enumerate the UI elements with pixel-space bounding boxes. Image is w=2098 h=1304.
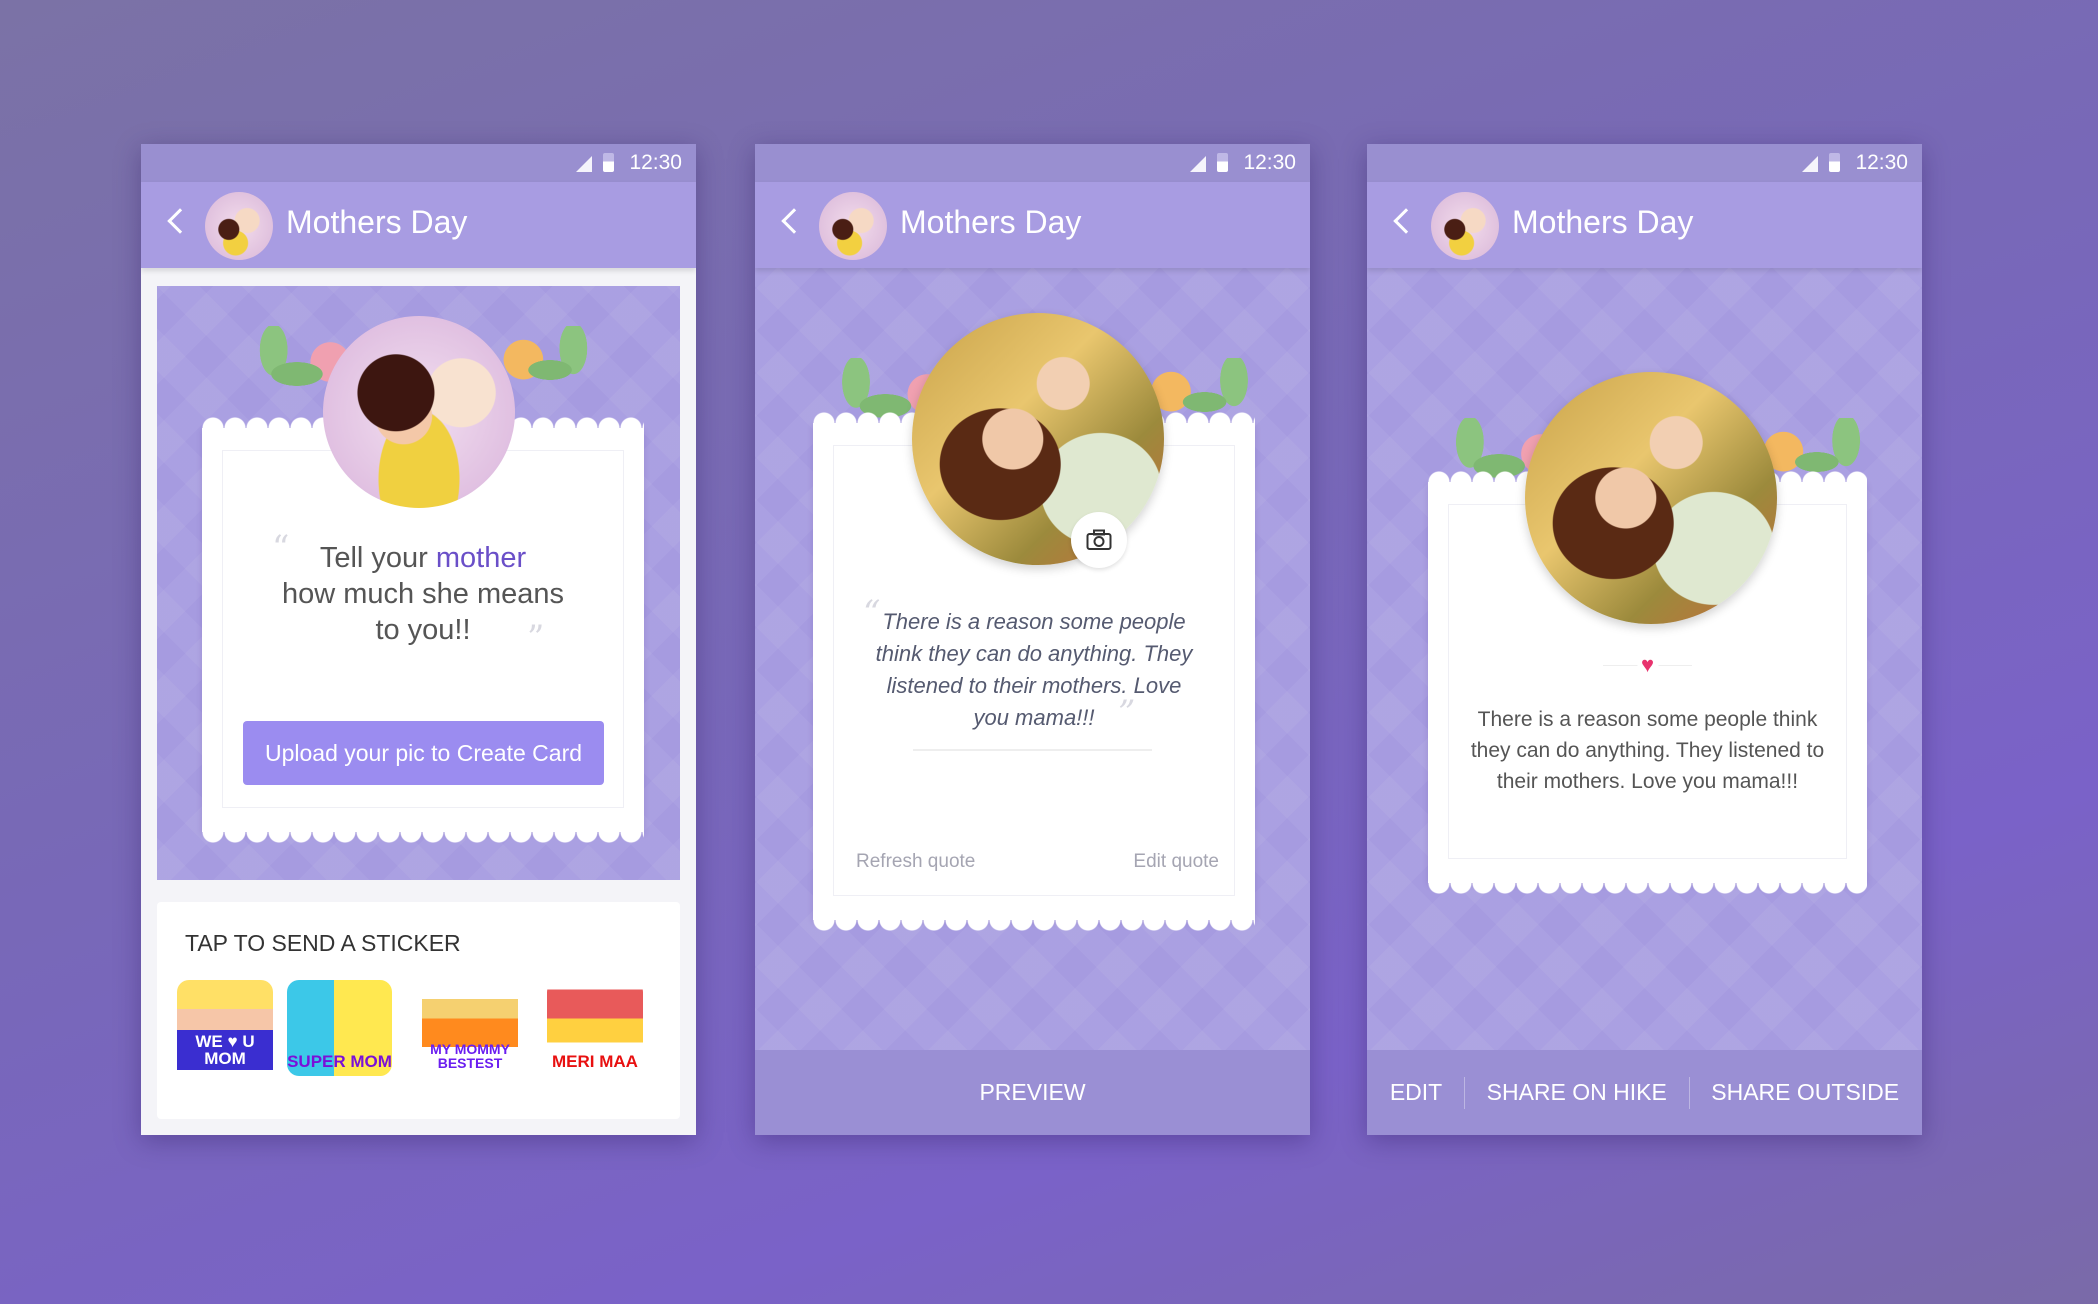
prompt-highlight: mother	[435, 542, 527, 574]
bottom-action-bar: PREVIEW	[755, 1050, 1310, 1135]
app-header: Mothers Day	[1367, 182, 1922, 268]
phone-screen-edit: 12:30 Mothers Day “ There is a reason so…	[755, 144, 1310, 1135]
back-arrow-icon[interactable]	[781, 208, 807, 234]
quote-line: listened to their mothers. Love	[886, 673, 1182, 698]
status-time: 12:30	[1243, 151, 1296, 174]
share-on-hike-button[interactable]: SHARE ON HIKE	[1487, 1079, 1667, 1106]
sticker-label: MERI MAA	[552, 1052, 638, 1071]
app-header: Mothers Day	[141, 182, 696, 268]
status-bar: 12:30	[755, 144, 1310, 182]
avatar	[1431, 192, 1499, 260]
battery-icon	[1217, 153, 1228, 172]
quote-line: their mothers. Love you mama!!!	[1496, 770, 1799, 793]
phone-screen-share: 12:30 Mothers Day ♥ There is a reason so…	[1367, 144, 1922, 1135]
battery-icon	[1829, 153, 1840, 172]
divider	[1688, 1076, 1690, 1109]
refresh-quote-link[interactable]: Refresh quote	[856, 851, 975, 873]
sticker-panel: TAP TO SEND A STICKER WE ♥ U MOM SUPER M…	[157, 902, 680, 1119]
prompt-text: Tell your mother how much she means to y…	[202, 540, 644, 648]
bottom-action-bar: EDIT SHARE ON HIKE SHARE OUTSIDE	[1367, 1050, 1922, 1135]
page-title: Mothers Day	[900, 204, 1082, 240]
status-bar: 12:30	[141, 144, 696, 182]
sticker-meri-maa[interactable]: MERI MAA	[547, 980, 643, 1076]
divider	[1463, 1076, 1465, 1109]
camera-icon	[1086, 529, 1112, 550]
battery-icon	[603, 153, 614, 172]
page-title: Mothers Day	[286, 204, 468, 240]
card-area: “ Tell your mother how much she means to…	[157, 286, 680, 880]
sticker-my-mommy-bestest[interactable]: MY MOMMY BESTEST	[422, 980, 518, 1076]
avatar	[819, 192, 887, 260]
preview-button[interactable]: PREVIEW	[979, 1079, 1085, 1106]
quote-text: There is a reason some people think they…	[843, 606, 1225, 734]
quote-line: think they can do anything. They	[875, 641, 1193, 666]
prompt-line: Tell your	[319, 542, 436, 574]
quote-text: There is a reason some people think they…	[1448, 704, 1847, 797]
quote-line: you mama!!!	[973, 705, 1095, 730]
phone-screen-upload: 12:30 Mothers Day “ Tell your mother how…	[141, 144, 696, 1135]
back-arrow-icon[interactable]	[167, 208, 193, 234]
card-area: “ There is a reason some people think th…	[755, 268, 1310, 1050]
status-time: 12:30	[1855, 151, 1908, 174]
status-time: 12:30	[629, 151, 682, 174]
sticker-label: MY MOMMY BESTEST	[430, 1041, 510, 1071]
prompt-line: how much she means	[281, 578, 565, 610]
divider	[913, 749, 1152, 751]
sticker-we-love-u-mom[interactable]: WE ♥ U MOM	[177, 980, 273, 1076]
prompt-line: to you!!	[375, 614, 471, 646]
card-photo	[1525, 372, 1777, 624]
sticker-label: SUPER MOM	[287, 1052, 392, 1071]
close-quote-icon: ”	[1118, 693, 1136, 733]
sticker-super-mom[interactable]: SUPER MOM	[287, 980, 392, 1076]
quote-line: they can do anything. They listened to	[1470, 739, 1825, 762]
change-photo-button[interactable]	[1071, 512, 1127, 568]
signal-icon	[576, 156, 592, 172]
back-arrow-icon[interactable]	[1393, 208, 1419, 234]
heart-icon: ♥	[1636, 652, 1659, 678]
page-title: Mothers Day	[1512, 204, 1694, 240]
upload-pic-button[interactable]: Upload your pic to Create Card	[243, 721, 604, 785]
sticker-label: WE ♥ U MOM	[177, 1030, 273, 1070]
quote-line: There is a reason some people	[882, 609, 1186, 634]
uploaded-photo	[912, 313, 1164, 565]
edit-quote-link[interactable]: Edit quote	[1133, 851, 1219, 873]
edit-button[interactable]: EDIT	[1390, 1079, 1442, 1106]
card-area: ♥ There is a reason some people think th…	[1367, 268, 1922, 1050]
share-outside-button[interactable]: SHARE OUTSIDE	[1711, 1079, 1899, 1106]
status-bar: 12:30	[1367, 144, 1922, 182]
app-header: Mothers Day	[755, 182, 1310, 268]
quote-line: There is a reason some people think	[1477, 708, 1818, 731]
avatar	[205, 192, 273, 260]
signal-icon	[1802, 156, 1818, 172]
sticker-heading: TAP TO SEND A STICKER	[185, 930, 461, 956]
mother-illustration	[323, 316, 515, 508]
signal-icon	[1190, 156, 1206, 172]
close-quote-icon: ”	[527, 618, 545, 658]
